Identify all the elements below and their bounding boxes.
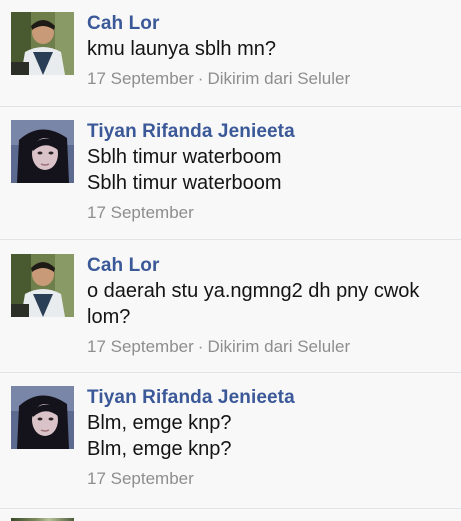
message-meta: 17 September · Dikirim dari Seluler	[87, 68, 461, 90]
message-date: 17 September	[87, 203, 194, 222]
message-content: Cah Lor kmu launya sblh mn? 17 September…	[87, 12, 461, 90]
message-item[interactable]: Cah Lor o daerah stu ya.ngmng2 dh pny cw…	[0, 240, 461, 373]
message-meta: 17 September	[87, 468, 461, 490]
message-date: 17 September	[87, 469, 194, 488]
message-text: Sblh timur waterboom	[87, 172, 282, 194]
sender-name[interactable]: Cah Lor	[87, 12, 461, 36]
boy-avatar-icon	[11, 254, 74, 317]
message-item[interactable]: Cah Lor kmu launya sblh mn? 17 September…	[0, 0, 461, 107]
message-text: Sblh timur waterboom	[87, 146, 282, 168]
message-text: kmu launya sblh mn?	[87, 38, 276, 60]
message-date: 17 September	[87, 69, 194, 88]
message-meta: 17 September	[87, 202, 461, 224]
message-item-partial[interactable]	[0, 509, 461, 521]
message-source: Dikirim dari Seluler	[207, 337, 351, 356]
message-text: o daerah stu ya.ngmng2 dh pny cwok	[87, 280, 420, 302]
avatar[interactable]	[11, 120, 74, 183]
meta-separator: ·	[197, 69, 204, 88]
message-meta: 17 September · Dikirim dari Seluler	[87, 336, 461, 358]
message-source: Dikirim dari Seluler	[207, 69, 351, 88]
sender-name[interactable]: Cah Lor	[87, 254, 461, 278]
meta-separator: ·	[197, 337, 204, 356]
avatar[interactable]	[11, 386, 74, 449]
message-text: Blm, emge knp?	[87, 438, 232, 460]
message-content: Cah Lor o daerah stu ya.ngmng2 dh pny cw…	[87, 254, 461, 358]
message-date: 17 September	[87, 337, 194, 356]
message-content: Tiyan Rifanda Jenieeta Blm, emge knp? Bl…	[87, 386, 461, 490]
sender-name[interactable]: Tiyan Rifanda Jenieeta	[87, 120, 461, 144]
message-text: Blm, emge knp?	[87, 412, 232, 434]
avatar[interactable]	[11, 254, 74, 317]
avatar[interactable]	[11, 12, 74, 75]
message-text: lom?	[87, 306, 131, 328]
message-item[interactable]: Tiyan Rifanda Jenieeta Blm, emge knp? Bl…	[0, 373, 461, 509]
girl-avatar-icon	[11, 386, 74, 449]
message-thread: Cah Lor kmu launya sblh mn? 17 September…	[0, 0, 461, 521]
message-content: Tiyan Rifanda Jenieeta Sblh timur waterb…	[87, 120, 461, 224]
message-item[interactable]: Tiyan Rifanda Jenieeta Sblh timur waterb…	[0, 107, 461, 240]
boy-avatar-icon	[11, 12, 74, 75]
girl-avatar-icon	[11, 120, 74, 183]
sender-name[interactable]: Tiyan Rifanda Jenieeta	[87, 386, 461, 410]
